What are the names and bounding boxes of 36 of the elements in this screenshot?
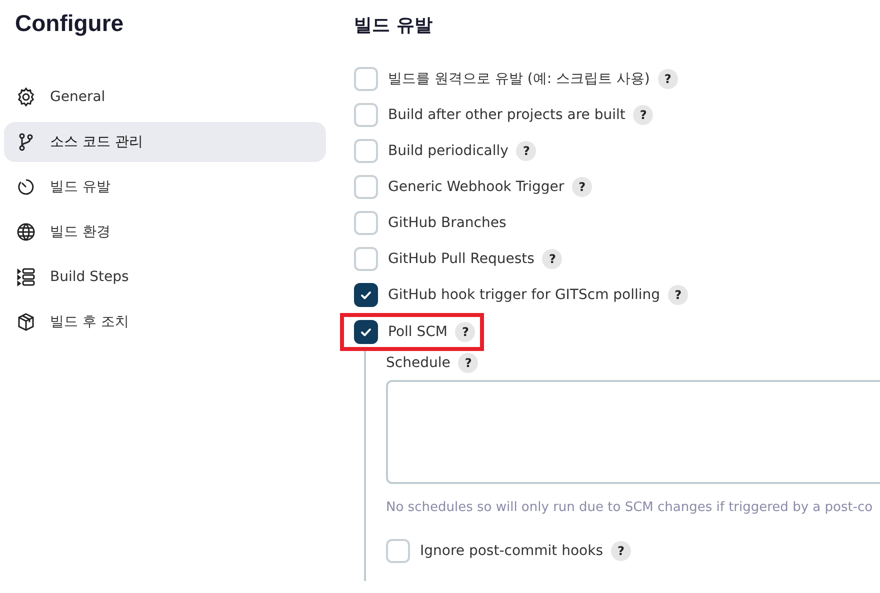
checkbox[interactable] (354, 320, 378, 344)
list-icon (16, 267, 36, 287)
checkbox-label: Build after other projects are built (388, 107, 626, 123)
help-button[interactable]: ? (542, 249, 562, 269)
page-title: Configure (15, 9, 125, 37)
timer-icon (16, 177, 36, 197)
checkbox-label: Generic Webhook Trigger (388, 179, 564, 195)
checkbox-label: Poll SCM (388, 324, 448, 340)
sidebar-item[interactable]: General (4, 77, 326, 117)
checkbox-label: GitHub hook trigger for GITScm polling (388, 287, 660, 303)
sidebar-item[interactable]: 빌드 유발 (4, 167, 326, 207)
sidebar-item[interactable]: 빌드 후 조치 (4, 302, 326, 342)
checkbox-label: Ignore post-commit hooks (420, 543, 604, 559)
hint-text: No schedules so will only run due to SCM changes if triggered by a post-co (386, 500, 874, 515)
field-label: Schedule (386, 355, 450, 371)
section-title: 빌드 유발 (354, 14, 434, 38)
help-button[interactable]: ? (633, 105, 654, 125)
help-button[interactable]: ? (611, 541, 632, 561)
schedule-field[interactable] (386, 380, 880, 484)
help-button[interactable]: ? (516, 141, 536, 161)
help-button[interactable]: ? (658, 69, 678, 89)
box-icon (16, 312, 36, 332)
checkbox-label: 빌드를 원격으로 유발 (예: 스크립트 사용) (388, 70, 650, 88)
globe-icon (16, 222, 36, 242)
help-button[interactable]: ? (668, 285, 688, 305)
help-button[interactable]: ? (572, 177, 592, 197)
sidebar-item[interactable]: 빌드 환경 (4, 212, 326, 252)
gear-icon (16, 87, 36, 107)
checkbox-label: Build periodically (388, 143, 508, 159)
sidebar-item[interactable]: 소스 코드 관리 (4, 122, 326, 162)
checkbox-label: GitHub Branches (388, 215, 506, 231)
help-button[interactable]: ? (458, 353, 478, 373)
sidebar-item[interactable]: Build Steps (4, 257, 326, 297)
help-button[interactable]: ? (455, 322, 476, 342)
checkbox-label: GitHub Pull Requests (388, 251, 534, 267)
checkbox[interactable] (354, 283, 378, 307)
